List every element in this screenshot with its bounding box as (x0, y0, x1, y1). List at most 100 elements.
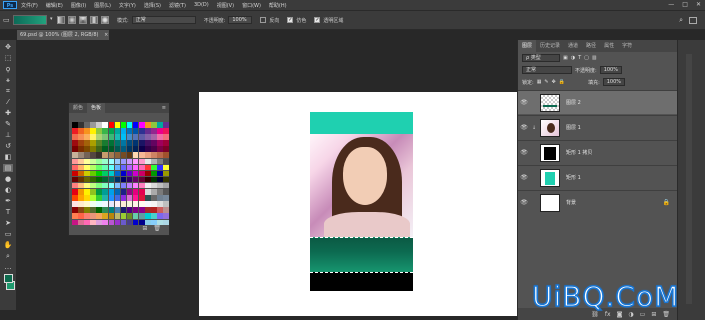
color-swatch[interactable] (78, 140, 84, 146)
color-swatch[interactable] (157, 170, 163, 177)
document-tab[interactable]: 69.psd @ 100% (图层 2, RGB/8) × (17, 30, 109, 40)
menu-window[interactable]: 窗口(W) (242, 2, 261, 9)
color-swatch[interactable] (114, 201, 121, 207)
color-swatch[interactable] (151, 152, 157, 158)
move-tool-icon[interactable]: ✥ (3, 43, 13, 51)
color-swatch[interactable] (126, 195, 133, 201)
color-swatch[interactable] (72, 164, 78, 171)
color-swatch[interactable] (145, 146, 151, 152)
color-swatch[interactable] (102, 176, 108, 183)
tab-history[interactable]: 历史记录 (536, 40, 564, 52)
color-swatch[interactable] (151, 189, 157, 195)
color-swatch[interactable] (114, 134, 121, 140)
color-swatch[interactable] (96, 195, 102, 201)
color-swatch[interactable] (84, 152, 90, 158)
color-swatch[interactable] (102, 182, 108, 189)
color-swatch[interactable] (145, 189, 151, 195)
color-swatch[interactable] (132, 170, 139, 177)
color-swatch[interactable] (90, 122, 96, 128)
trash-icon[interactable]: 🗑 (153, 225, 161, 235)
color-swatch[interactable] (126, 122, 133, 128)
color-swatch[interactable] (96, 213, 102, 219)
color-swatch[interactable] (163, 152, 169, 158)
color-swatch[interactable] (145, 176, 151, 183)
maximize-button[interactable]: □ (682, 1, 688, 8)
color-swatch[interactable] (102, 152, 108, 158)
layer-row[interactable]: 👁 矩形 1 (518, 165, 678, 189)
color-swatch[interactable] (114, 164, 121, 171)
color-swatch[interactable] (157, 146, 163, 152)
color-swatch[interactable] (90, 134, 96, 140)
color-swatch[interactable] (163, 134, 169, 140)
close-document-icon[interactable]: × (104, 32, 108, 38)
color-swatch[interactable] (163, 128, 169, 134)
color-swatch[interactable] (145, 140, 151, 146)
color-swatch[interactable] (90, 128, 96, 134)
stamp-tool-icon[interactable]: ⊥ (3, 131, 13, 139)
color-swatch[interactable] (78, 207, 84, 213)
color-swatch[interactable] (151, 140, 157, 146)
color-swatch[interactable] (114, 213, 121, 219)
color-swatch[interactable] (102, 122, 108, 128)
color-swatch[interactable] (114, 152, 121, 158)
color-swatch[interactable] (126, 170, 133, 177)
color-swatch[interactable] (120, 189, 127, 195)
color-swatch[interactable] (108, 164, 115, 171)
color-swatch[interactable] (151, 195, 157, 201)
color-swatch[interactable] (102, 201, 108, 207)
color-swatch[interactable] (139, 128, 145, 134)
color-swatch[interactable] (72, 146, 78, 152)
color-swatch[interactable] (114, 158, 121, 165)
color-swatch[interactable] (145, 152, 151, 158)
color-swatch[interactable] (126, 189, 133, 195)
color-swatch[interactable] (120, 176, 127, 183)
visibility-eye-icon[interactable]: 👁 (518, 149, 530, 156)
lock-transparent-icon[interactable]: ▦ (537, 79, 542, 85)
color-swatch[interactable] (139, 213, 145, 219)
color-swatch[interactable] (114, 128, 121, 134)
color-swatch[interactable] (108, 122, 115, 128)
color-swatch[interactable] (120, 195, 127, 201)
color-swatch[interactable] (72, 213, 78, 219)
color-swatch[interactable] (84, 146, 90, 152)
color-swatch[interactable] (72, 201, 78, 207)
color-swatch[interactable] (102, 189, 108, 195)
color-swatch[interactable] (96, 158, 102, 165)
menu-select[interactable]: 选择(S) (144, 2, 161, 9)
color-swatch[interactable] (72, 207, 78, 213)
color-swatch[interactable] (145, 182, 151, 189)
new-swatch-icon[interactable]: ⊞ (142, 225, 147, 235)
color-swatch[interactable] (151, 164, 157, 171)
color-swatch[interactable] (132, 152, 139, 158)
color-swatch[interactable] (157, 195, 163, 201)
color-swatch[interactable] (157, 158, 163, 165)
color-swatch[interactable] (126, 176, 133, 183)
tab-layers[interactable]: 图层 (518, 40, 537, 52)
color-swatch[interactable] (120, 182, 127, 189)
color-swatch[interactable] (157, 140, 163, 146)
color-swatch[interactable] (163, 189, 169, 195)
color-swatch[interactable] (157, 134, 163, 140)
color-swatch[interactable] (126, 213, 133, 219)
color-swatch[interactable] (132, 201, 139, 207)
color-swatch[interactable] (72, 122, 78, 128)
color-swatch[interactable] (90, 195, 96, 201)
color-swatch[interactable] (114, 170, 121, 177)
visibility-eye-icon[interactable]: 👁 (518, 99, 530, 106)
color-swatch[interactable] (157, 128, 163, 134)
menu-file[interactable]: 文件(F) (21, 2, 38, 9)
gradient-tool-icon[interactable]: ▤ (3, 164, 13, 172)
color-swatch[interactable] (126, 182, 133, 189)
color-swatch[interactable] (96, 170, 102, 177)
color-swatch[interactable] (78, 128, 84, 134)
color-swatch[interactable] (78, 164, 84, 171)
tab-swatches[interactable]: 色板 (87, 103, 106, 113)
color-swatch[interactable] (84, 170, 90, 177)
menu-type[interactable]: 文字(Y) (119, 2, 136, 9)
visibility-eye-icon[interactable]: 👁 (518, 174, 530, 181)
color-swatch[interactable] (78, 182, 84, 189)
color-swatch[interactable] (151, 146, 157, 152)
type-tool-icon[interactable]: T (3, 208, 13, 216)
color-swatch[interactable] (132, 176, 139, 183)
color-swatch[interactable] (145, 195, 151, 201)
